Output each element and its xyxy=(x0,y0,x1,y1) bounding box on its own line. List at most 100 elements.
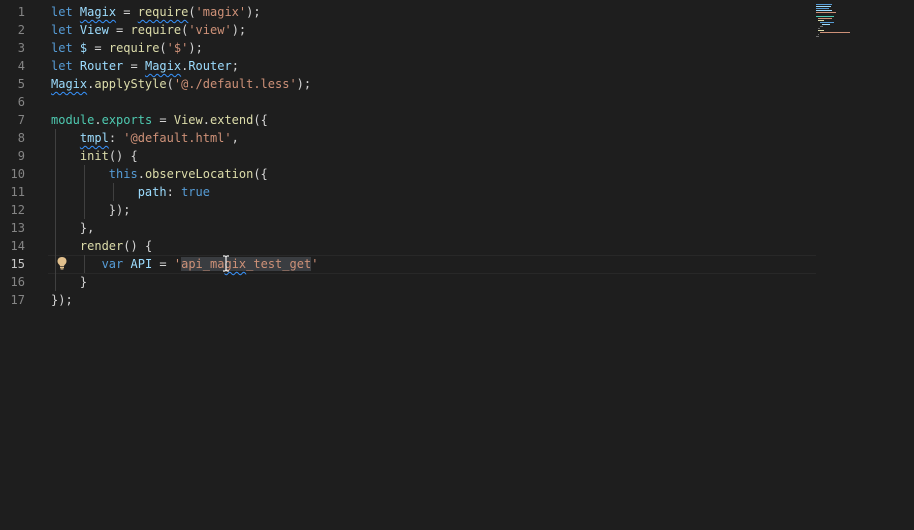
operator: = xyxy=(152,113,174,127)
code-line-4: let Router = Magix.Router; xyxy=(51,57,816,75)
punctuation: () { xyxy=(123,239,153,253)
identifier: API xyxy=(130,257,153,271)
operator: = xyxy=(123,59,145,73)
punctuation: ({ xyxy=(253,167,268,181)
punctuation: ); xyxy=(246,5,261,19)
code-line-3: let $ = require('$'); xyxy=(51,39,816,57)
code-line-15: var API = 'api_magix_test_get' xyxy=(51,255,816,273)
punctuation: . xyxy=(202,113,210,127)
function-name: require xyxy=(130,23,182,37)
line-number: 5 xyxy=(17,77,25,91)
string: 'magix' xyxy=(195,5,247,19)
punctuation: () { xyxy=(108,149,138,163)
line-number: 1 xyxy=(17,5,25,19)
identifier: View xyxy=(79,23,109,37)
function-name: extend xyxy=(210,113,254,127)
string: '$' xyxy=(166,41,189,55)
operator: = xyxy=(108,23,131,37)
string-selected: api_ma xyxy=(181,257,225,271)
code-line-2: let View = require('view'); xyxy=(51,21,816,39)
operator: = xyxy=(152,257,174,271)
code-line-8: tmpl: '@default.html', xyxy=(51,129,816,147)
line-number: 8 xyxy=(17,131,25,145)
code-line-10: this.observeLocation({ xyxy=(51,165,816,183)
code-line-13: }, xyxy=(51,219,816,237)
identifier: module xyxy=(51,113,95,127)
line-number: 13 xyxy=(10,221,25,235)
punctuation: }); xyxy=(108,203,131,217)
line-number: 4 xyxy=(17,59,25,73)
function-name: applyStyle xyxy=(94,77,167,91)
function-name: render xyxy=(79,239,124,253)
punctuation: }); xyxy=(51,293,73,307)
function-name: require xyxy=(108,41,160,55)
line-number: 17 xyxy=(10,293,25,307)
punctuation: : xyxy=(108,131,124,145)
string: '@default.html' xyxy=(123,131,232,145)
line-number: 6 xyxy=(17,95,25,109)
operator: = xyxy=(116,5,138,19)
punctuation: ; xyxy=(231,59,239,73)
identifier: Magix xyxy=(51,77,88,91)
code-area[interactable]: let Magix = require('magix'); let View =… xyxy=(51,3,816,309)
object-key: path xyxy=(137,185,167,199)
code-line-16: } xyxy=(51,273,816,291)
property: exports xyxy=(101,113,153,127)
punctuation: ( xyxy=(166,77,174,91)
punctuation: : xyxy=(166,185,182,199)
operator: = xyxy=(87,41,109,55)
boolean: true xyxy=(181,185,210,199)
punctuation: , xyxy=(231,131,239,145)
identifier: Magix xyxy=(79,5,117,19)
function-name: init xyxy=(79,149,109,163)
punctuation: } xyxy=(79,275,88,289)
keyword: let xyxy=(51,59,73,73)
code-line-14: render() { xyxy=(51,237,816,255)
code-line-17: }); xyxy=(51,291,816,309)
function-name: require xyxy=(137,5,189,19)
line-number: 9 xyxy=(17,149,25,163)
line-number: 10 xyxy=(10,167,25,181)
punctuation: ); xyxy=(231,23,247,37)
punctuation: }, xyxy=(79,221,95,235)
line-number: 3 xyxy=(17,41,25,55)
line-number: 12 xyxy=(10,203,25,217)
line-number-active: 15 xyxy=(10,257,25,271)
minimap[interactable] xyxy=(814,3,854,43)
identifier: Router xyxy=(79,59,124,73)
line-number: 11 xyxy=(10,185,25,199)
punctuation: ); xyxy=(188,41,203,55)
string: '@./default.less' xyxy=(173,77,297,91)
keyword: let xyxy=(51,5,73,19)
keyword: let xyxy=(51,41,73,55)
line-number: 14 xyxy=(10,239,25,253)
text-cursor-icon xyxy=(222,255,230,272)
line-number: 2 xyxy=(17,23,25,37)
keyword: var xyxy=(101,257,124,271)
punctuation: ( xyxy=(159,41,167,55)
property: Router xyxy=(188,59,232,73)
code-line-12: }); xyxy=(51,201,816,219)
lightbulb-icon[interactable] xyxy=(56,256,68,270)
punctuation: ); xyxy=(296,77,312,91)
code-line-1: let Magix = require('magix'); xyxy=(51,3,816,21)
code-line-9: init() { xyxy=(51,147,816,165)
punctuation: ({ xyxy=(253,113,268,127)
function-name: observeLocation xyxy=(144,167,254,181)
identifier: Magix xyxy=(144,59,182,73)
string: 'view' xyxy=(188,23,232,37)
string-selected: _test_get xyxy=(246,257,312,271)
code-line-7: module.exports = View.extend({ xyxy=(51,111,816,129)
line-number-gutter: 1 2 3 4 5 6 7 8 9 10 11 12 13 14 15 16 1… xyxy=(0,3,45,309)
line-number: 16 xyxy=(10,275,25,289)
punctuation: ( xyxy=(188,5,196,19)
keyword: let xyxy=(51,23,73,37)
line-number: 7 xyxy=(17,113,25,127)
keyword: this xyxy=(108,167,138,181)
code-line-5: Magix.applyStyle('@./default.less'); xyxy=(51,75,816,93)
object-key: tmpl xyxy=(79,131,109,145)
class-name: View xyxy=(173,113,203,127)
code-editor[interactable]: 1 2 3 4 5 6 7 8 9 10 11 12 13 14 15 16 1… xyxy=(0,0,914,530)
string-quote: ' xyxy=(311,257,319,271)
